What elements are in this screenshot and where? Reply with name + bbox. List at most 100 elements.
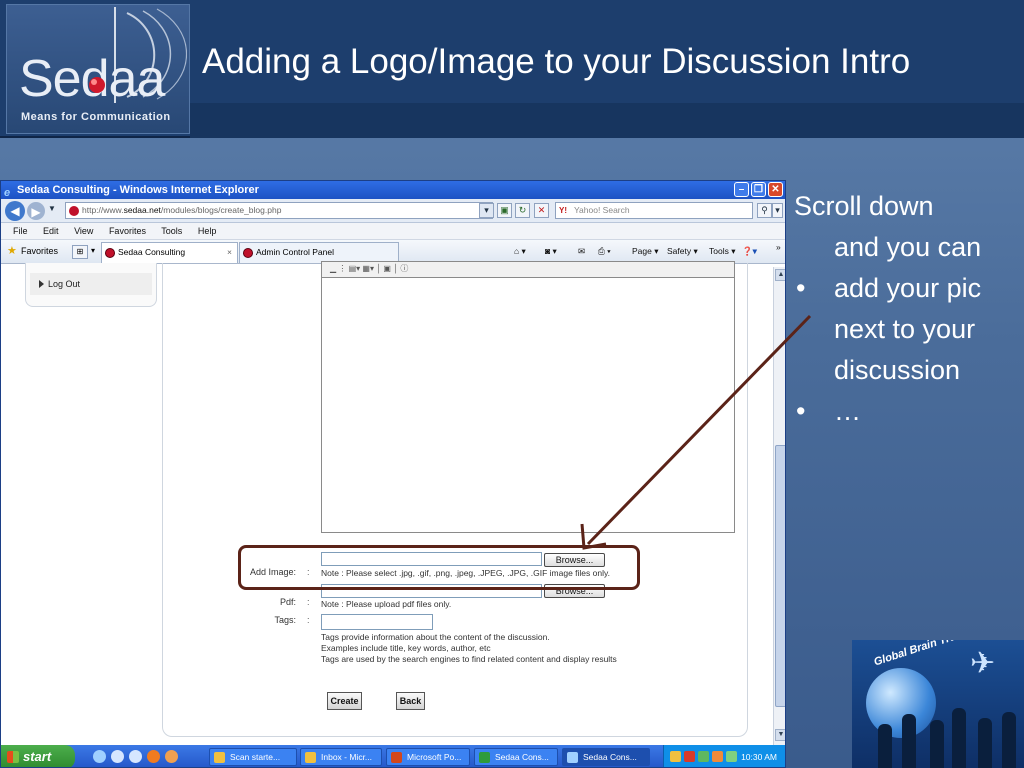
safety-menu[interactable]: Safety ▾ xyxy=(667,246,698,257)
editor-toolbar: ▁ ⋮ ▤▾ ▦▾ │ ▣ │ ⓘ xyxy=(322,262,734,278)
toolbar-overflow-icon[interactable]: » xyxy=(776,242,781,252)
tools-menu[interactable]: Tools ▾ xyxy=(709,246,735,257)
tags-help-line: Examples include title, key words, autho… xyxy=(321,643,491,653)
windows-taskbar: start Scan starte... Inbox - Micr... Mic… xyxy=(1,745,785,767)
stop-icon[interactable]: ✕ xyxy=(534,203,549,218)
menu-view[interactable]: View xyxy=(74,226,93,236)
bullet-item: • … xyxy=(794,391,1019,432)
menu-tools[interactable]: Tools xyxy=(161,226,182,236)
print-icon[interactable]: ⎙ ▾ xyxy=(598,246,611,257)
editor-format-icons[interactable]: ▁ ⋮ ▤▾ ▦▾ │ ▣ │ ⓘ xyxy=(330,264,408,273)
menu-file[interactable]: File xyxy=(13,226,28,236)
tray-icon[interactable] xyxy=(684,751,695,762)
compatibility-icon[interactable]: ▣ xyxy=(497,203,512,218)
site-favicon-icon xyxy=(69,206,79,216)
bullet-marker: • xyxy=(796,273,806,303)
window-titlebar: e Sedaa Consulting - Windows Internet Ex… xyxy=(1,181,785,199)
menu-favorites[interactable]: Favorites xyxy=(109,226,146,236)
back-arrow-icon[interactable]: ◀ xyxy=(5,201,25,221)
quicklaunch-icon[interactable] xyxy=(165,750,178,763)
scroll-up-icon[interactable]: ▲ xyxy=(775,269,785,281)
taskbar-item[interactable]: Microsoft Po... xyxy=(386,748,470,766)
feeds-icon[interactable]: ◙ ▾ xyxy=(545,246,557,257)
taskbar-item[interactable]: Scan starte... xyxy=(209,748,297,766)
page-menu[interactable]: Page ▾ xyxy=(632,246,658,257)
scroll-down-icon[interactable]: ▼ xyxy=(775,729,785,741)
slide-header: Sedaa Means for Communication Adding a L… xyxy=(0,0,1024,138)
badge-text: Global Brain Trust xyxy=(872,640,968,669)
tray-icon[interactable] xyxy=(712,751,723,762)
person-silhouette-icon xyxy=(1002,712,1016,768)
intro-line: Scroll down xyxy=(794,191,934,221)
quicklaunch-ie-icon[interactable] xyxy=(93,750,106,763)
outlook-icon xyxy=(305,752,316,763)
bullet-marker: • xyxy=(796,396,806,426)
sidebar-item-log-out[interactable]: Log Out xyxy=(30,273,152,295)
start-button[interactable]: start xyxy=(1,745,75,767)
close-button[interactable]: ✕ xyxy=(768,182,783,197)
quick-tabs-icon[interactable]: ⊞ xyxy=(72,245,88,259)
favorites-star-icon[interactable]: ★ xyxy=(7,244,17,257)
bullet-text: … xyxy=(834,396,861,426)
tab-admin-control-panel[interactable]: Admin Control Panel xyxy=(239,242,399,263)
create-button[interactable]: Create xyxy=(327,692,362,710)
pdf-colon: : xyxy=(307,597,310,607)
tags-input[interactable] xyxy=(321,614,433,630)
tags-help-line: Tags are used by the search engines to f… xyxy=(321,654,617,664)
person-silhouette-icon xyxy=(930,720,944,768)
tray-icon[interactable] xyxy=(698,751,709,762)
quicklaunch-icon[interactable] xyxy=(147,750,160,763)
add-image-highlight-box xyxy=(238,545,640,590)
scrollbar-thumb[interactable] xyxy=(775,445,785,707)
close-tab-icon[interactable]: × xyxy=(227,243,232,262)
taskbar-item-label: Scan starte... xyxy=(230,752,281,762)
tab-label: Sedaa Consulting xyxy=(118,247,186,257)
search-input[interactable]: Y! Yahoo! Search xyxy=(555,202,753,219)
tab-list-dropdown-icon[interactable]: ▾ xyxy=(91,246,95,255)
home-icon[interactable]: ⌂ ▾ xyxy=(514,246,526,257)
tab-label: Admin Control Panel xyxy=(256,247,334,257)
header-band xyxy=(190,103,1024,138)
tab-favicon-icon xyxy=(105,248,115,258)
bullet-item: • add your pic xyxy=(794,268,1019,309)
restore-button[interactable]: ❐ xyxy=(751,182,766,197)
taskbar-item[interactable]: Sedaa Cons... xyxy=(562,748,650,766)
taskbar-item[interactable]: Sedaa Cons... xyxy=(474,748,558,766)
search-placeholder: Yahoo! Search xyxy=(574,205,630,215)
mail-icon[interactable]: ✉ xyxy=(578,246,585,257)
rich-text-editor[interactable]: ▁ ⋮ ▤▾ ▦▾ │ ▣ │ ⓘ xyxy=(321,261,735,533)
search-options-icon[interactable]: ▾ xyxy=(772,203,783,218)
airplane-icon: ✈ xyxy=(970,647,996,680)
back-button[interactable]: Back xyxy=(396,692,425,710)
tray-icon[interactable] xyxy=(670,751,681,762)
quicklaunch-icon[interactable] xyxy=(111,750,124,763)
help-icon[interactable]: ❓▾ xyxy=(742,246,757,257)
menu-bar: File Edit View Favorites Tools Help xyxy=(1,223,785,240)
history-dropdown-icon[interactable]: ▼ xyxy=(48,204,56,213)
tab-sedaa-consulting[interactable]: Sedaa Consulting × xyxy=(101,242,238,263)
windows-flag-icon xyxy=(7,751,19,763)
global-brain-trust-logo: ✈ Global Brain Trust xyxy=(852,640,1024,768)
menu-edit[interactable]: Edit xyxy=(43,226,59,236)
slide-title: Adding a Logo/Image to your Discussion I… xyxy=(202,42,911,81)
refresh-icon[interactable]: ↻ xyxy=(515,203,530,218)
globe-icon xyxy=(866,668,936,738)
bullet-text-line: discussion xyxy=(834,355,961,385)
minimize-button[interactable]: – xyxy=(734,182,749,197)
person-silhouette-icon xyxy=(952,708,966,768)
scan-icon xyxy=(214,752,225,763)
forward-arrow-icon[interactable]: ▶ xyxy=(27,202,45,220)
vertical-scrollbar[interactable]: ▲ ▼ xyxy=(773,267,785,757)
bullet-text: add your pic xyxy=(834,273,982,303)
person-silhouette-icon xyxy=(902,714,916,768)
pdf-label: Pdf: xyxy=(279,597,296,607)
menu-help[interactable]: Help xyxy=(198,226,217,236)
quicklaunch-icon[interactable] xyxy=(129,750,142,763)
favorites-button[interactable]: Favorites xyxy=(21,246,58,256)
search-icon[interactable]: ⚲ xyxy=(757,203,772,218)
url-dropdown-icon[interactable]: ▾ xyxy=(479,203,494,218)
tray-icon[interactable] xyxy=(726,751,737,762)
taskbar-item[interactable]: Inbox - Micr... xyxy=(300,748,382,766)
intro-line: and you can xyxy=(834,232,982,262)
url-field[interactable]: http://www.sedaa.net/modules/blogs/creat… xyxy=(65,202,493,219)
